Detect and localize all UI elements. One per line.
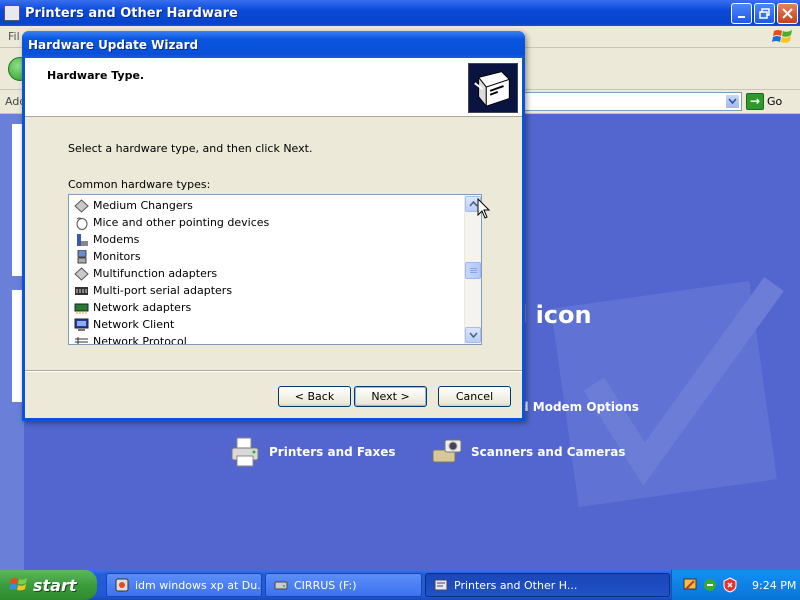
- printers-and-faxes-item[interactable]: Printers and Faxes: [229, 436, 396, 468]
- multifunction-adapter-icon: [74, 266, 89, 281]
- windows-logo-icon: [772, 30, 792, 43]
- restore-button[interactable]: [754, 3, 775, 24]
- wizard-footer-divider: [25, 370, 522, 372]
- system-tray: 9:24 PM: [671, 570, 800, 600]
- wizard-title: Hardware Update Wizard: [28, 37, 199, 52]
- taskbar-button-label: idm windows xp at Du...: [135, 578, 262, 592]
- go-button[interactable]: → Go: [746, 93, 782, 110]
- restore-icon: [759, 8, 770, 19]
- serial-adapter-icon: [75, 286, 88, 295]
- list-item-label: Network adapters: [93, 301, 192, 314]
- scanners-and-cameras-item[interactable]: Scanners and Cameras: [431, 436, 625, 468]
- minimize-icon: [737, 15, 745, 18]
- wizard-page-title: Hardware Type.: [47, 69, 145, 82]
- minimize-button[interactable]: [731, 3, 752, 24]
- network-tray-icon[interactable]: [682, 577, 698, 593]
- mouse-icon: [76, 217, 88, 230]
- wizard-instruction: Select a hardware type, and then click N…: [68, 142, 313, 155]
- list-item[interactable]: Mice and other pointing devices: [69, 214, 463, 231]
- back-button[interactable]: < Back: [278, 386, 351, 407]
- background-window-titlebar[interactable]: Printers and Other Hardware: [0, 0, 800, 26]
- list-item-label: Modems: [93, 233, 140, 246]
- chevron-down-icon: [468, 332, 478, 339]
- security-alert-icon[interactable]: [722, 577, 738, 593]
- wizard-titlebar[interactable]: Hardware Update Wizard: [22, 31, 525, 58]
- menu-file[interactable]: Fil: [8, 30, 20, 43]
- list-item[interactable]: Medium Changers: [69, 197, 463, 214]
- taskbar-button-printers[interactable]: Printers and Other H...: [425, 573, 670, 597]
- start-label: start: [33, 575, 77, 595]
- folder-window-icon: [4, 5, 20, 21]
- network-protocol-icon: [75, 336, 88, 344]
- list-item[interactable]: Multifunction adapters: [69, 265, 463, 282]
- go-label: Go: [767, 95, 783, 108]
- drive-icon: [274, 581, 288, 590]
- monitor-icon: [77, 249, 87, 263]
- printer-fax-icon: [231, 437, 259, 467]
- modem-icon: [77, 233, 88, 246]
- taskbar-button-label: CIRRUS (F:): [294, 578, 357, 592]
- taskbar: start idm windows xp at Du... CIRRUS (F:…: [0, 570, 800, 600]
- phone-modem-options-link[interactable]: d Modem Options: [520, 400, 639, 414]
- list-item[interactable]: Monitors: [69, 248, 463, 265]
- list-item-label: Medium Changers: [93, 199, 193, 212]
- list-item[interactable]: Network Client: [69, 316, 463, 333]
- background-window-title: Printers and Other Hardware: [25, 5, 238, 21]
- explorer-task-pane: [0, 114, 24, 570]
- hardware-update-wizard: Hardware Update Wizard Hardware Type. Se…: [22, 31, 525, 421]
- wizard-header: Hardware Type.: [25, 58, 522, 117]
- close-button[interactable]: [777, 3, 798, 24]
- printer-folder-icon: [434, 579, 448, 591]
- medium-changer-icon: [74, 198, 89, 213]
- go-arrow-icon: →: [746, 93, 764, 110]
- list-item[interactable]: Network adapters: [69, 299, 463, 316]
- list-item-label: Mice and other pointing devices: [93, 216, 270, 229]
- list-item-label: Network Protocol: [93, 335, 187, 345]
- printers-and-faxes-label: Printers and Faxes: [269, 445, 396, 459]
- list-item[interactable]: Modems: [69, 231, 463, 248]
- network-adapter-icon: [74, 303, 89, 314]
- list-item-label: Multi-port serial adapters: [93, 284, 233, 297]
- mouse-cursor-icon: [477, 198, 491, 219]
- safely-remove-hardware-icon[interactable]: [702, 577, 718, 593]
- list-item-label: Multifunction adapters: [93, 267, 218, 280]
- browser-icon: [115, 578, 129, 592]
- list-item-label: Monitors: [93, 250, 141, 263]
- hardware-card-icon: [468, 63, 518, 113]
- chevron-down-icon: [728, 98, 737, 105]
- list-item[interactable]: Network Protocol: [69, 333, 463, 345]
- list-item-label: Network Client: [93, 318, 175, 331]
- network-client-icon: [74, 318, 89, 331]
- hardware-types-label: Common hardware types:: [68, 178, 211, 191]
- close-icon: [782, 8, 793, 19]
- taskbar-button-label: Printers and Other H...: [454, 578, 578, 592]
- list-item[interactable]: Multi-port serial adapters: [69, 282, 463, 299]
- scroll-down-button[interactable]: [465, 327, 481, 343]
- taskbar-button-browser[interactable]: idm windows xp at Du...: [106, 573, 262, 597]
- address-dropdown-button[interactable]: [725, 94, 740, 109]
- hardware-types-items: Medium Changers Mice and other pointing …: [69, 197, 463, 345]
- taskbar-button-cirrus-drive[interactable]: CIRRUS (F:): [265, 573, 422, 597]
- clock[interactable]: 9:24 PM: [752, 579, 796, 592]
- address-input[interactable]: [520, 92, 742, 111]
- start-button[interactable]: start: [0, 570, 97, 600]
- scanners-and-cameras-label: Scanners and Cameras: [471, 445, 626, 459]
- next-button[interactable]: Next >: [354, 386, 427, 407]
- scanner-camera-icon: [432, 439, 462, 463]
- category-heading: l icon: [519, 301, 592, 329]
- scroll-thumb[interactable]: [465, 262, 481, 279]
- cancel-button[interactable]: Cancel: [438, 386, 511, 407]
- windows-flag-icon: [10, 578, 27, 591]
- hardware-types-listbox[interactable]: Medium Changers Mice and other pointing …: [68, 194, 482, 345]
